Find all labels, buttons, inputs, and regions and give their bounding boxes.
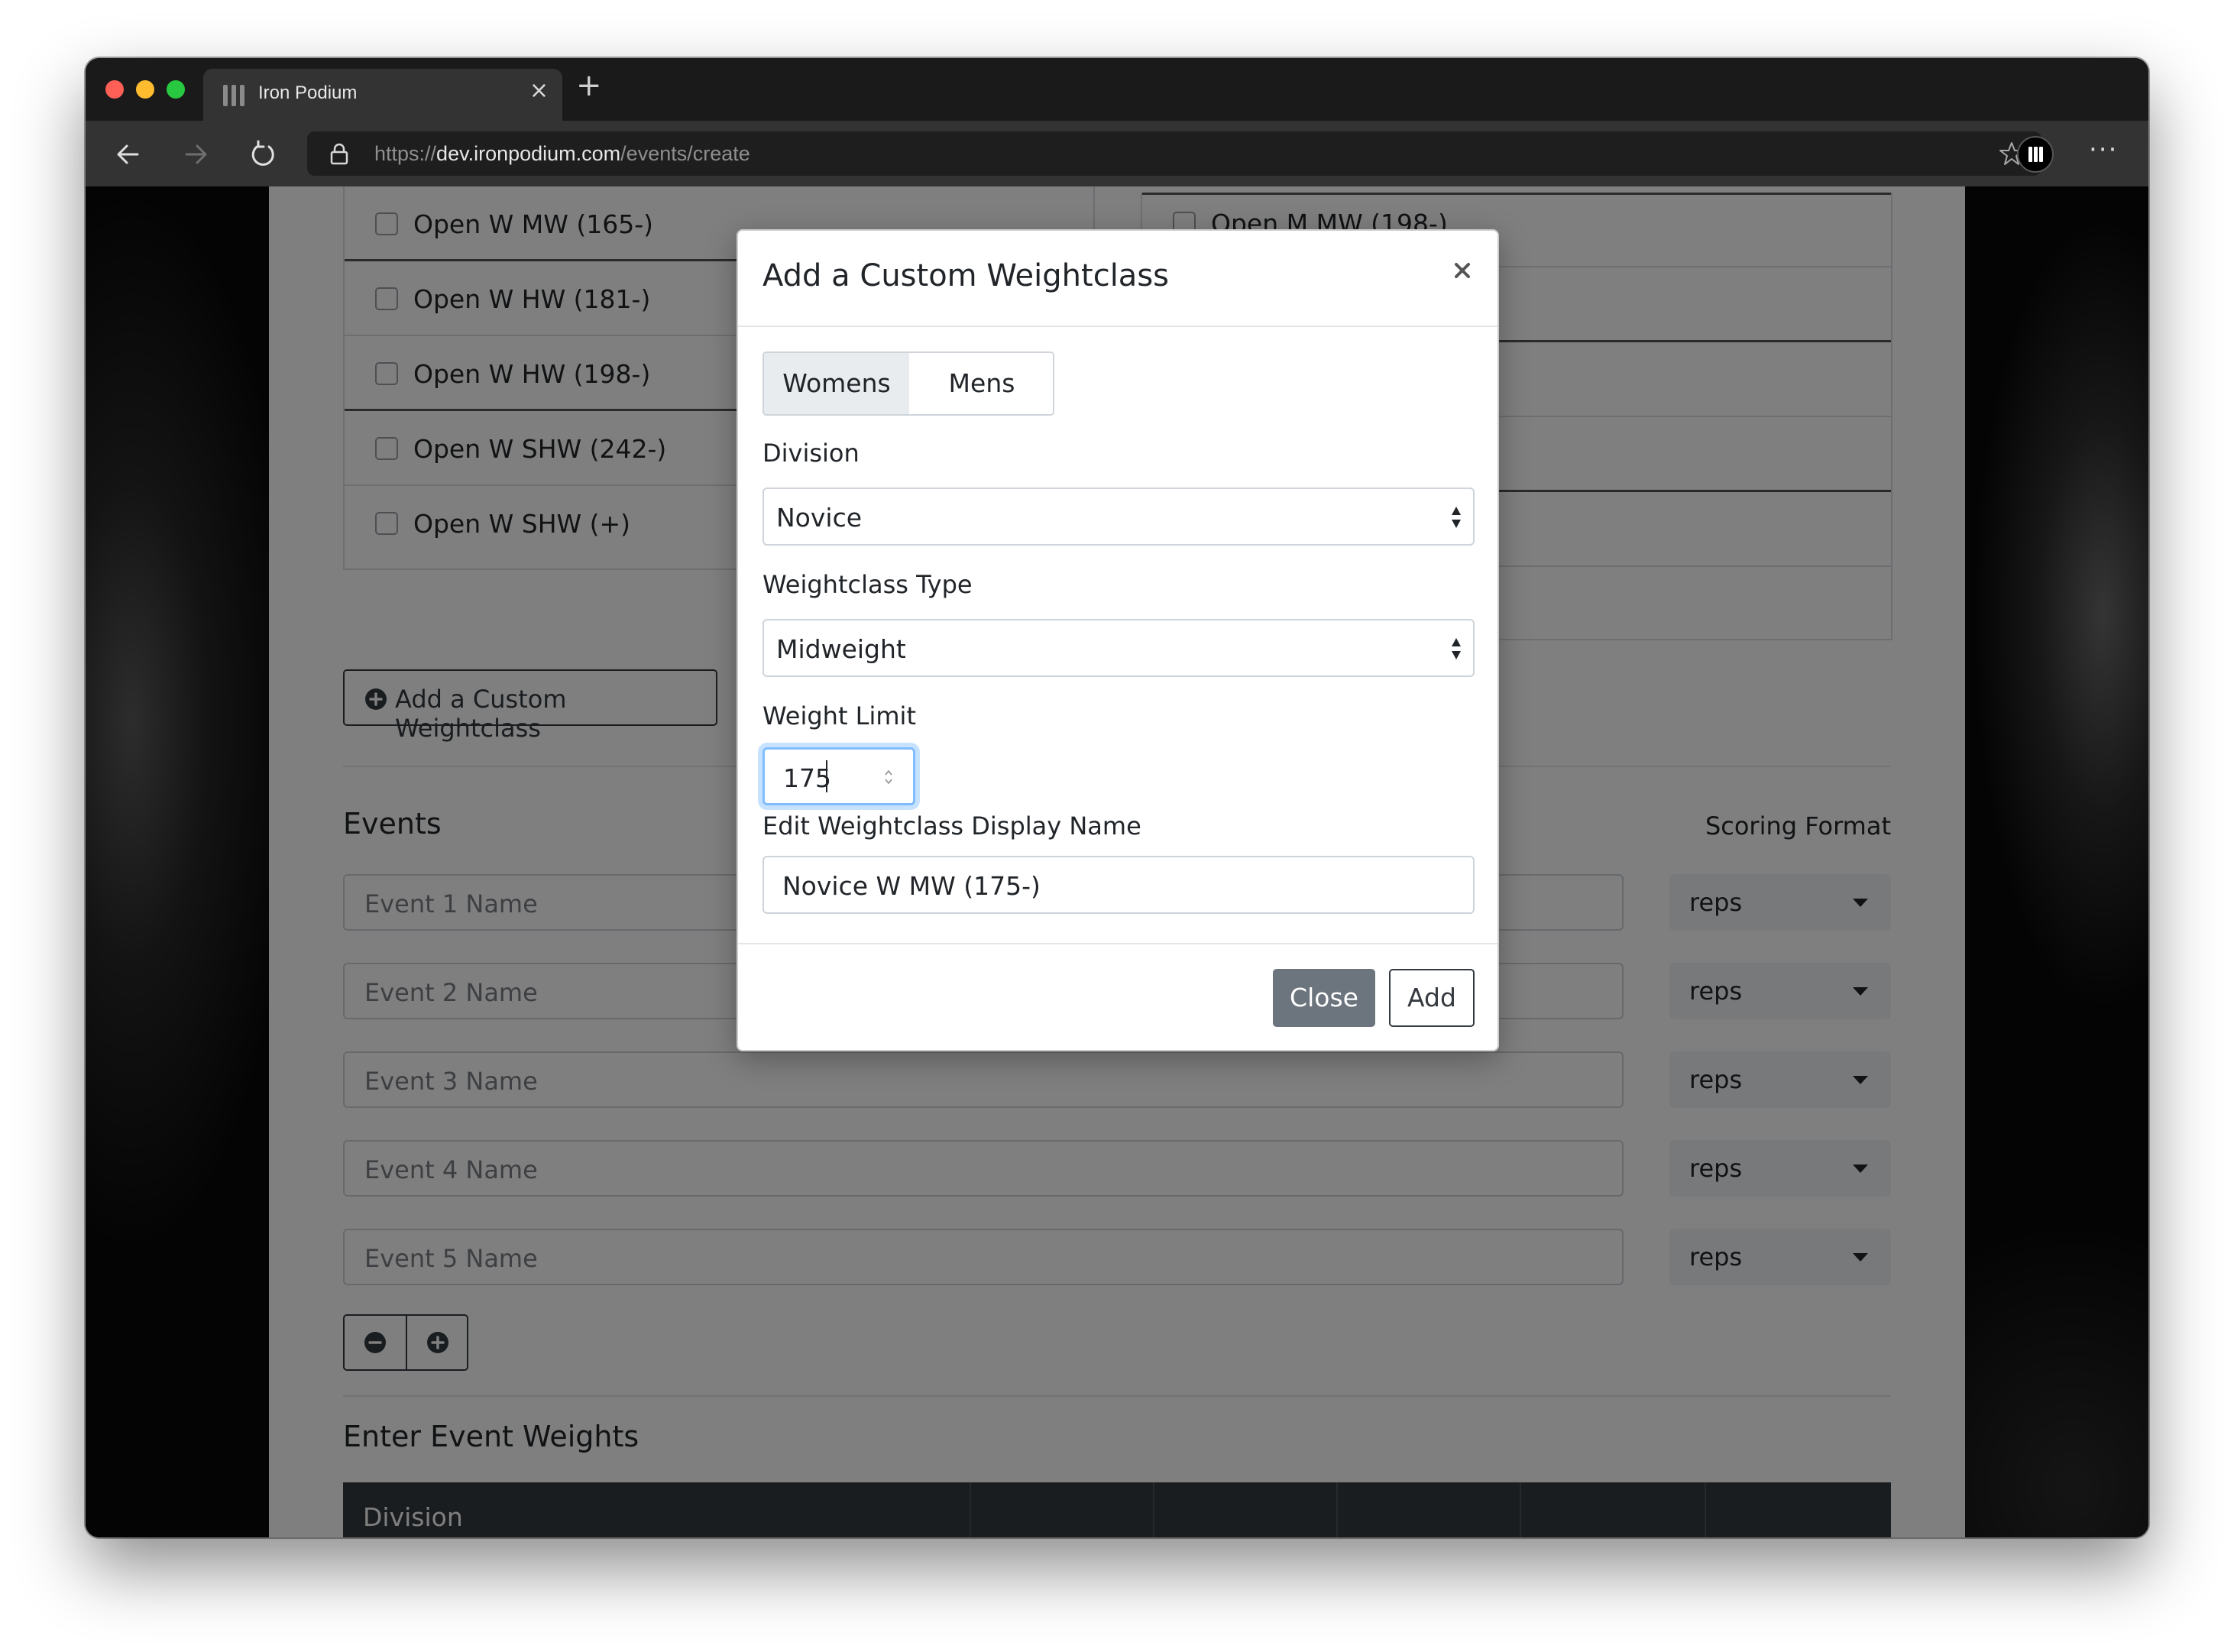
- weightclass-type-value: Midweight: [776, 634, 906, 664]
- division-select[interactable]: Novice: [762, 488, 1475, 546]
- gender-option-womens[interactable]: Womens: [764, 353, 911, 414]
- select-arrows-icon: [1452, 638, 1461, 659]
- browser-toolbar: https://dev.ironpodium.com/events/create…: [86, 121, 2148, 188]
- url-path: /events/create: [620, 142, 750, 165]
- address-bar[interactable]: https://dev.ironpodium.com/events/create: [307, 131, 2041, 176]
- gender-option-mens[interactable]: Mens: [909, 353, 1053, 414]
- tab-bar: Iron Podium × +: [86, 58, 2148, 121]
- maximize-window-button[interactable]: [167, 80, 185, 99]
- display-name-label: Edit Weightclass Display Name: [762, 811, 1141, 841]
- profile-avatar-icon[interactable]: [2017, 136, 2054, 173]
- forward-arrow-icon[interactable]: [180, 139, 211, 170]
- division-label: Division: [762, 439, 860, 468]
- url-host: dev.ironpodium.com: [436, 142, 621, 165]
- weight-limit-value: 175: [783, 763, 831, 793]
- iron-podium-favicon-icon: [223, 85, 246, 106]
- url-text: https://dev.ironpodium.com/events/create: [374, 142, 750, 166]
- weight-limit-label: Weight Limit: [762, 701, 916, 730]
- back-arrow-icon[interactable]: [113, 139, 144, 170]
- display-name-value: Novice W MW (175-): [782, 871, 1041, 901]
- more-menu-icon[interactable]: ···: [2089, 134, 2118, 165]
- page-viewport: Open W MW (165-) Open W HW (181-) Open W…: [86, 186, 2148, 1537]
- close-window-button[interactable]: [105, 80, 124, 99]
- weightclass-type-select[interactable]: Midweight: [762, 619, 1475, 677]
- text-cursor: [826, 760, 827, 792]
- modal-title: Add a Custom Weightclass: [762, 258, 1169, 293]
- minimize-window-button[interactable]: [136, 80, 154, 99]
- weight-limit-input[interactable]: 175: [762, 747, 915, 805]
- lock-icon: [330, 143, 348, 165]
- modal-header: Add a Custom Weightclass: [738, 231, 1497, 327]
- close-icon[interactable]: [1450, 258, 1475, 283]
- reload-icon[interactable]: [248, 139, 278, 170]
- browser-window: Iron Podium × + https://dev.ironpodium.c…: [86, 58, 2148, 1537]
- weightclass-type-label: Weightclass Type: [762, 570, 973, 599]
- browser-tab[interactable]: Iron Podium ×: [203, 69, 562, 121]
- add-button[interactable]: Add: [1389, 969, 1475, 1027]
- url-scheme: https://: [374, 142, 437, 165]
- tab-close-icon[interactable]: ×: [529, 79, 549, 102]
- new-tab-icon[interactable]: +: [576, 70, 602, 101]
- custom-weightclass-modal: Add a Custom Weightclass Womens Mens Div…: [737, 229, 1499, 1051]
- display-name-input[interactable]: Novice W MW (175-): [762, 856, 1475, 914]
- close-button[interactable]: Close: [1273, 969, 1375, 1027]
- number-spinner-icon[interactable]: [884, 768, 893, 786]
- tab-title: Iron Podium: [258, 83, 358, 103]
- gender-toggle: Womens Mens: [762, 351, 1054, 416]
- modal-footer-divider: [738, 943, 1497, 944]
- select-arrows-icon: [1452, 507, 1461, 528]
- division-value: Novice: [776, 503, 863, 533]
